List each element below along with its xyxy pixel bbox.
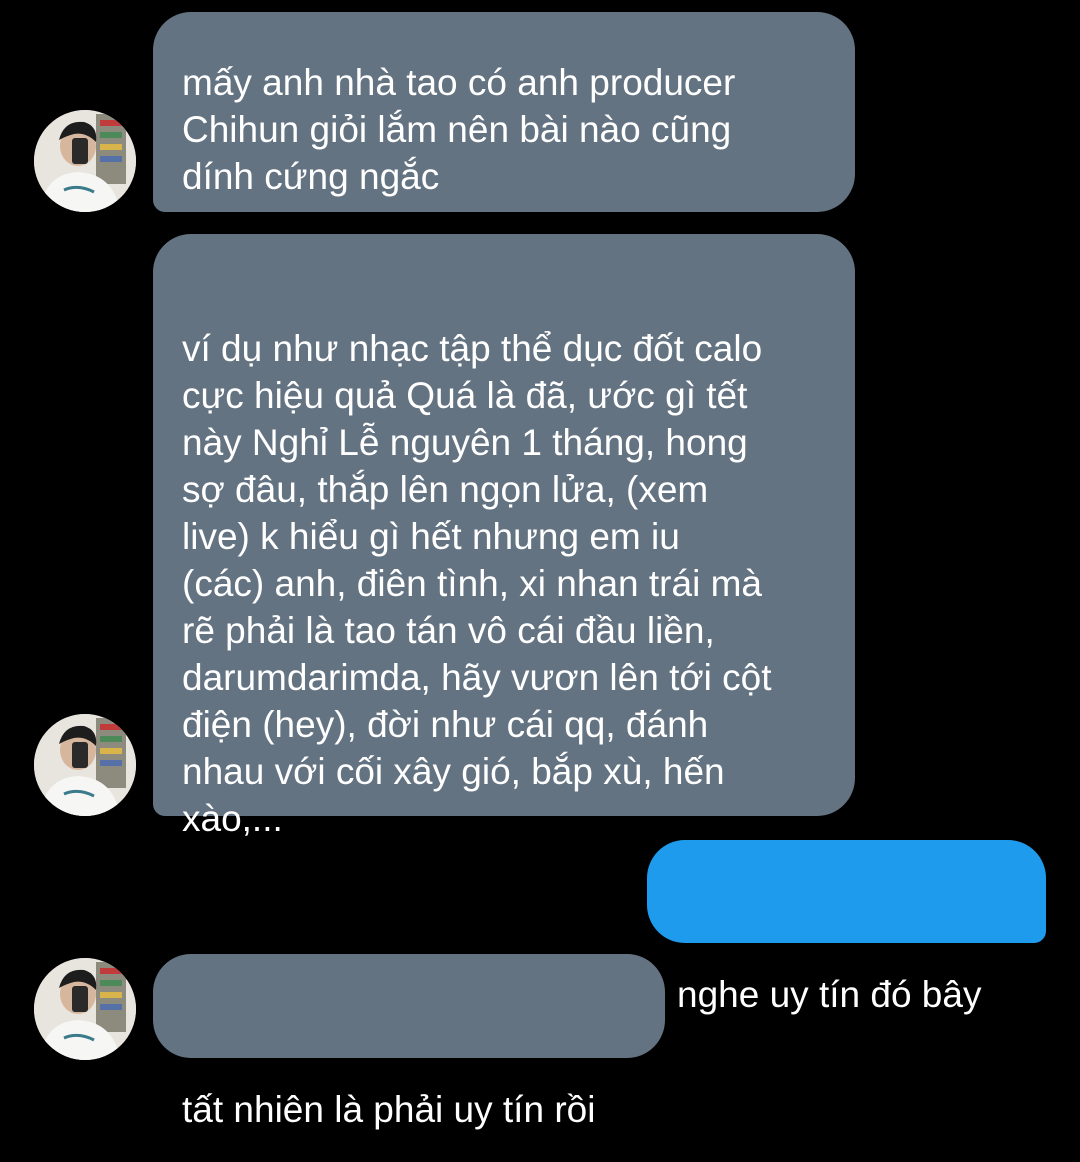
message-text: ví dụ như nhạc tập thể dục đốt calo cực … (182, 328, 772, 839)
contact-avatar[interactable] (34, 714, 136, 816)
contact-avatar[interactable] (34, 110, 136, 212)
incoming-message-bubble[interactable]: mấy anh nhà tao có anh producer Chihun g… (153, 12, 855, 212)
outgoing-message-bubble[interactable]: nghe uy tín đó bây (647, 840, 1046, 1015)
avatar-photo-icon (34, 714, 136, 816)
avatar-photo-icon (34, 110, 136, 212)
message-text: nghe uy tín đó bây (677, 974, 982, 1015)
avatar-photo-icon (34, 958, 136, 1060)
incoming-message-bubble[interactable]: ví dụ như nhạc tập thể dục đốt calo cực … (153, 234, 855, 839)
contact-avatar[interactable] (34, 958, 136, 1060)
message-text: tất nhiên là phải uy tín rồi (182, 1089, 596, 1130)
incoming-message-bubble[interactable]: tất nhiên là phải uy tín rồi (153, 954, 665, 1130)
message-text: mấy anh nhà tao có anh producer Chihun g… (182, 62, 736, 197)
